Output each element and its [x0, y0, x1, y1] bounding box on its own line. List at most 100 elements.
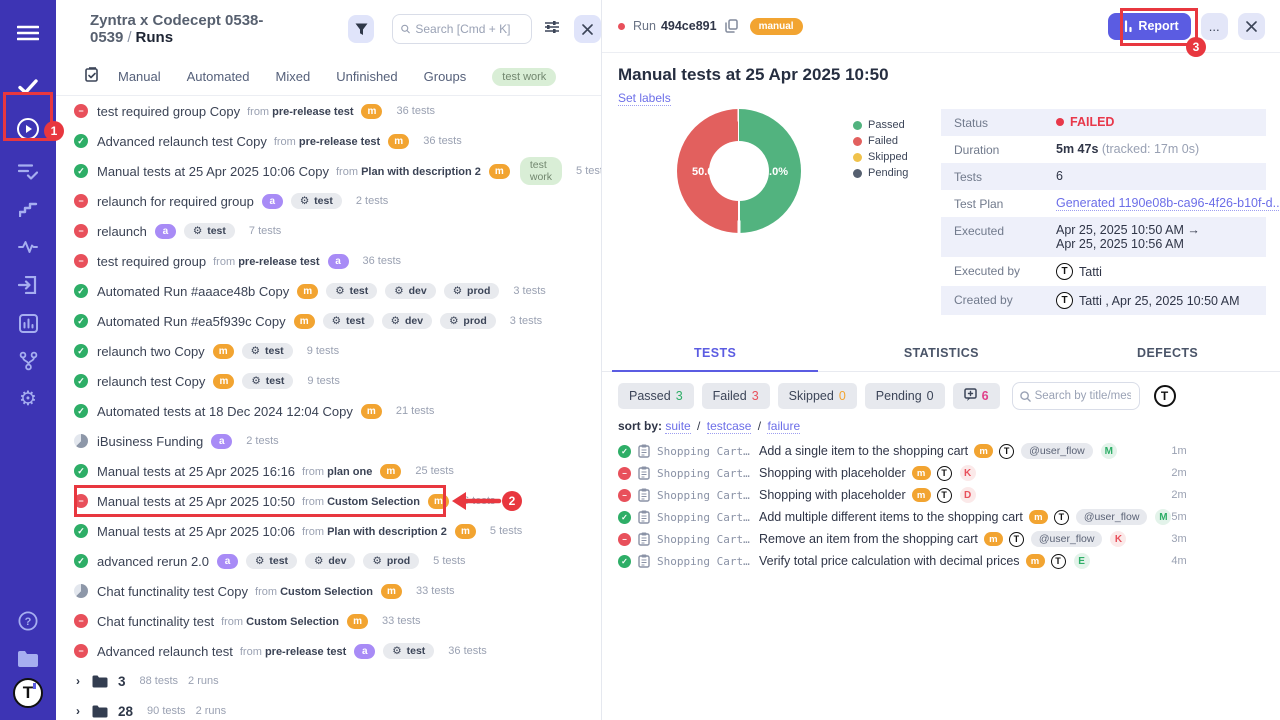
runs-search-input[interactable] [415, 22, 523, 36]
run-row[interactable]: −relaunch for required groupa⚙ test2 tes… [56, 186, 601, 216]
run-from: from pre-release test [247, 102, 353, 120]
run-row[interactable]: Chat functinality test Copyfrom Custom S… [56, 576, 601, 606]
bar-chart-icon[interactable] [0, 304, 56, 342]
test-duration: 2m [1171, 489, 1186, 501]
pulse-icon[interactable] [0, 228, 56, 266]
folder-icon[interactable] [0, 640, 56, 678]
tab-unfinished[interactable]: Unfinished [336, 69, 397, 84]
duration-tracked: (tracked: 17m 0s) [1102, 142, 1199, 156]
detail-tabs: TESTSSTATISTICSDEFECTS [602, 336, 1280, 372]
run-row[interactable]: ✓Automated tests at 18 Dec 2024 12:04 Co… [56, 396, 601, 426]
tab-mixed[interactable]: Mixed [276, 69, 311, 84]
tab-manual[interactable]: Manual [118, 69, 161, 84]
run-row[interactable]: −Chat functinality testfrom Custom Selec… [56, 606, 601, 636]
chevron-right-icon[interactable]: › [76, 674, 80, 688]
chip-skipped[interactable]: Skipped 0 [778, 383, 857, 409]
steps-icon[interactable] [0, 190, 56, 228]
run-row-title: Advanced relaunch test [97, 644, 233, 659]
run-row[interactable]: ✓advanced rerun 2.0a⚙ test⚙ dev⚙ prod5 t… [56, 546, 601, 576]
gear-icon: ⚙ [332, 315, 341, 327]
run-row[interactable]: −test required group Copyfrom pre-releas… [56, 96, 601, 126]
user-avatar[interactable]: T [1154, 385, 1176, 407]
run-row[interactable]: ✓Advanced relaunch test Copyfrom pre-rel… [56, 126, 601, 156]
detail-tab-tests[interactable]: TESTS [602, 336, 828, 371]
run-row-title: iBusiness Funding [97, 434, 203, 449]
test-row[interactable]: −Shopping Cart…Shopping with placeholder… [602, 484, 1280, 506]
run-row[interactable]: −relauncha⚙ test7 tests [56, 216, 601, 246]
sort-link-failure[interactable]: failure [767, 419, 800, 434]
tests-search[interactable] [1012, 382, 1140, 410]
run-row[interactable]: ✓relaunch two Copym⚙ test9 tests [56, 336, 601, 366]
run-row[interactable]: ✓Manual tests at 25 Apr 2025 10:06 Copyf… [56, 156, 601, 186]
run-row[interactable]: ✓Manual tests at 25 Apr 2025 10:06from P… [56, 516, 601, 546]
run-row[interactable]: −Manual tests at 25 Apr 2025 10:50from C… [56, 486, 601, 516]
tab-groups[interactable]: Groups [424, 69, 467, 84]
filter-button[interactable] [348, 15, 375, 43]
detail-close-button[interactable] [1238, 13, 1265, 40]
test-row[interactable]: ✓Shopping Cart…Verify total price calcul… [602, 550, 1280, 572]
test-plan-link[interactable]: Generated 1190e08b-ca96-4f26-b10f-d... [1056, 196, 1280, 211]
detail-tab-defects[interactable]: DEFECTS [1054, 336, 1280, 371]
run-row[interactable]: −Advanced relaunch testfrom pre-release … [56, 636, 601, 666]
env-chip-test: ⚙ test [326, 283, 377, 299]
folder-row[interactable]: ›2890 tests2 runs [56, 696, 601, 720]
sliders-icon[interactable] [544, 20, 560, 39]
run-row[interactable]: ✓Manual tests at 25 Apr 2025 16:16from p… [56, 456, 601, 486]
clipboard-icon [638, 444, 650, 458]
more-button[interactable]: ... [1201, 13, 1228, 40]
test-row[interactable]: ✓Shopping Cart…Add a single item to the … [602, 440, 1280, 462]
run-row[interactable]: ✓Automated Run #aaace48b Copym⚙ test⚙ de… [56, 276, 601, 306]
status-value: FAILED [1056, 115, 1114, 129]
detail-tab-statistics[interactable]: STATISTICS [828, 336, 1054, 371]
tab-automated[interactable]: Automated [187, 69, 250, 84]
run-tests-count: 9 tests [307, 375, 339, 387]
list-check-icon[interactable] [0, 152, 56, 190]
folder-row[interactable]: ›388 tests2 runs [56, 666, 601, 696]
run-row[interactable]: iBusiness Fundinga2 tests [56, 426, 601, 456]
help-icon[interactable]: ? [0, 602, 56, 640]
logo-avatar[interactable]: T [13, 678, 43, 708]
info-label: Executed [954, 223, 1056, 238]
checklist-icon[interactable] [85, 67, 100, 87]
sign-in-icon[interactable] [0, 266, 56, 304]
chevron-right-icon[interactable]: › [76, 704, 80, 718]
folder-icon [92, 705, 108, 718]
runs-search[interactable] [392, 14, 532, 44]
test-row[interactable]: ✓Shopping Cart…Add multiple different it… [602, 506, 1280, 528]
run-row[interactable]: ✓Automated Run #ea5f939c Copym⚙ test⚙ de… [56, 306, 601, 336]
run-row[interactable]: ✓relaunch test Copym⚙ test9 tests [56, 366, 601, 396]
chip-failed[interactable]: Failed 3 [702, 383, 770, 409]
test-row[interactable]: −Shopping Cart…Shopping with placeholder… [602, 462, 1280, 484]
env-chip-test: ⚙ test [323, 313, 374, 329]
info-row-duration: Duration5m 47s (tracked: 17m 0s) [941, 136, 1266, 163]
chip-passed[interactable]: Passed 3 [618, 383, 694, 409]
runs-close-button[interactable] [574, 15, 601, 43]
run-row[interactable]: −test required groupfrom pre-release tes… [56, 246, 601, 276]
run-type-badge-m: m [294, 314, 315, 329]
gear-icon[interactable]: ⚙ [0, 380, 56, 418]
test-tag: @user_flow [1031, 531, 1103, 547]
chip-comments[interactable]: 6 [953, 383, 1000, 409]
tests-search-input[interactable] [1035, 390, 1131, 402]
test-title: Add a single item to the shopping cart [759, 444, 968, 458]
test-title: Shopping with placeholder [759, 488, 906, 502]
test-row[interactable]: −Shopping Cart…Remove an item from the s… [602, 528, 1280, 550]
user-avatar: T [1056, 263, 1073, 280]
chip-pending[interactable]: Pending 0 [865, 383, 945, 409]
copy-icon[interactable] [725, 19, 738, 33]
sort-link-testcase[interactable]: testcase [707, 419, 752, 434]
legend-dot [853, 121, 862, 130]
report-button[interactable]: Report [1108, 13, 1190, 40]
check-icon[interactable] [0, 68, 56, 106]
gear-icon: ⚙ [453, 285, 462, 297]
set-labels-link[interactable]: Set labels [618, 91, 671, 106]
gear-icon: ⚙ [314, 555, 323, 567]
gear-icon: ⚙ [255, 555, 264, 567]
sort-link-suite[interactable]: suite [665, 419, 690, 434]
filter-label-chip[interactable]: test work [492, 68, 556, 86]
from-label: from [302, 496, 327, 508]
play-circle-icon[interactable] [0, 106, 56, 152]
menu-icon[interactable] [0, 14, 56, 52]
branch-icon[interactable] [0, 342, 56, 380]
clipboard-icon [638, 466, 650, 480]
